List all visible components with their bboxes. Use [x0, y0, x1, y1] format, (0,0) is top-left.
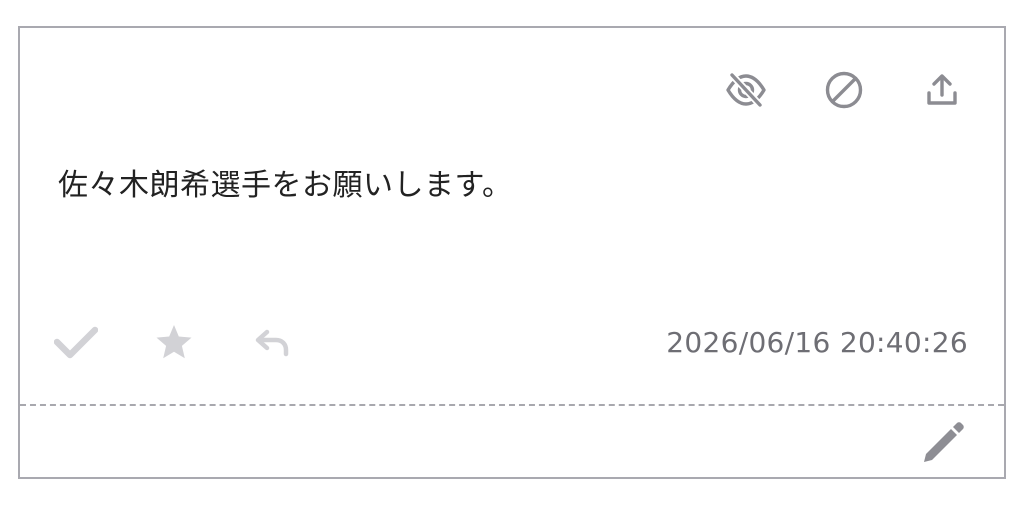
- bottom-action-bar: [54, 320, 294, 364]
- star-icon: [156, 325, 192, 359]
- share-button[interactable]: [920, 68, 964, 112]
- comment-card: 佐々木朗希選手をお願いします。 2026/06/16 20:40:26: [18, 26, 1006, 479]
- check-button[interactable]: [54, 320, 98, 364]
- pencil-icon: [924, 422, 964, 462]
- comment-meta-row: 2026/06/16 20:40:26: [54, 320, 968, 364]
- comment-message: 佐々木朗希選手をお願いします。: [58, 168, 513, 203]
- edit-button[interactable]: [918, 418, 968, 468]
- reply-button[interactable]: [250, 320, 294, 364]
- block-icon: [825, 71, 863, 109]
- dashed-divider: [20, 404, 1004, 406]
- eye-off-icon: [726, 72, 766, 108]
- upload-icon: [927, 74, 957, 105]
- top-action-bar: [724, 68, 964, 112]
- block-button[interactable]: [822, 68, 866, 112]
- check-icon: [54, 326, 98, 359]
- comment-timestamp: 2026/06/16 20:40:26: [666, 325, 968, 359]
- favorite-button[interactable]: [152, 320, 196, 364]
- hide-button[interactable]: [724, 68, 768, 112]
- reply-icon: [255, 329, 289, 357]
